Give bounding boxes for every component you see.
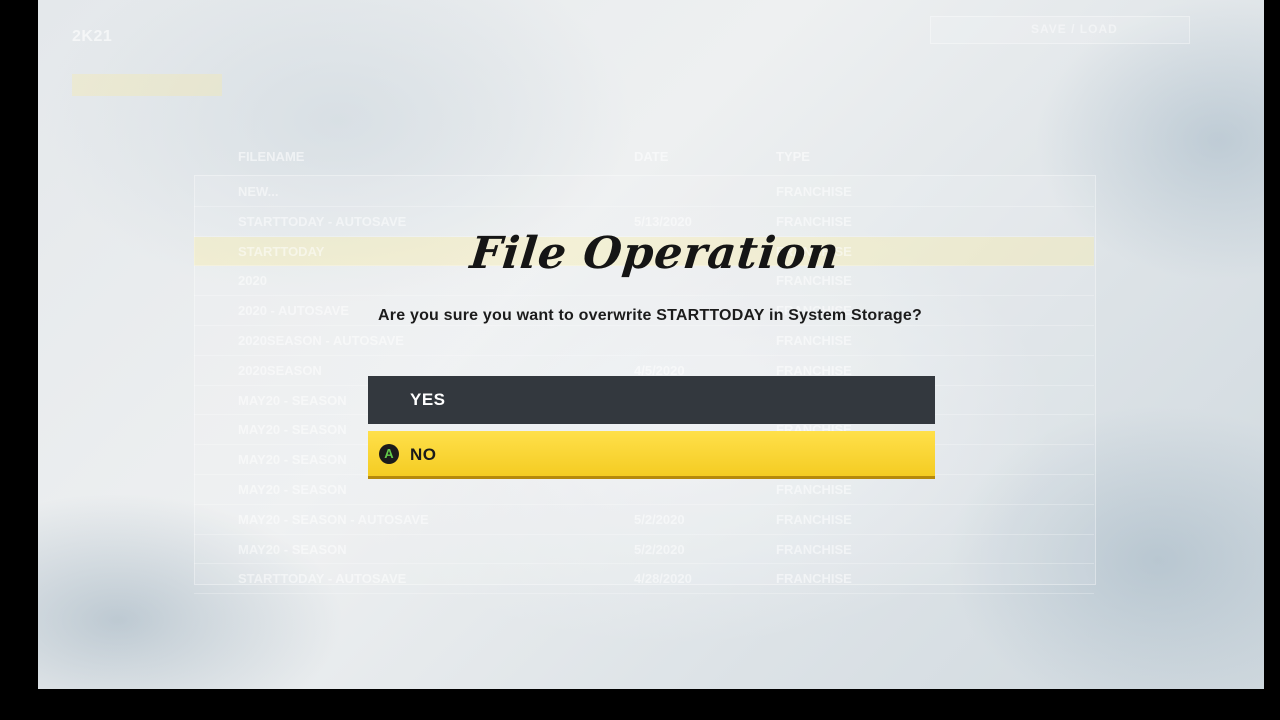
yes-button[interactable]: YES [368, 376, 935, 424]
dialog-message: Are you sure you want to overwrite START… [378, 307, 922, 324]
dialog-title: File Operation [467, 228, 843, 279]
file-operation-dialog: File Operation Are you sure you want to … [0, 0, 1280, 720]
no-button-label: NO [410, 445, 437, 464]
a-button-icon: A [379, 444, 399, 464]
no-button[interactable]: A NO [368, 431, 935, 479]
yes-button-label: YES [410, 390, 446, 409]
